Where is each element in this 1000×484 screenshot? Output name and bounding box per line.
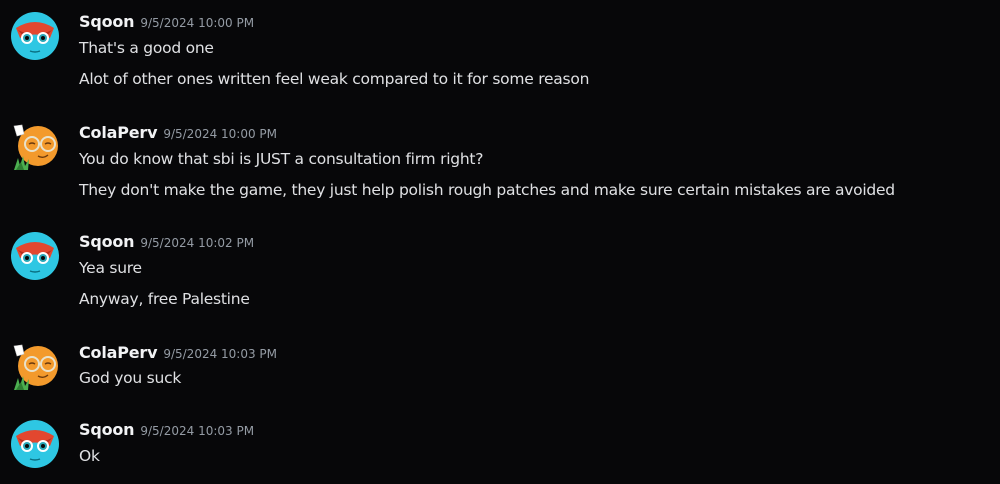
- message-text: Alot of other ones written feel weak com…: [79, 70, 590, 88]
- sqoon-avatar-icon[interactable]: [10, 419, 60, 469]
- message-header: Sqoon 9/5/2024 10:03 PM: [79, 419, 254, 441]
- timestamp: 9/5/2024 10:03 PM: [140, 424, 255, 438]
- timestamp: 9/5/2024 10:03 PM: [163, 347, 278, 361]
- message-group: Sqoon 9/5/2024 10:00 PM That's a good one…: [0, 11, 1000, 91]
- message-group: Sqoon 9/5/2024 10:02 PM Yea sure Anyway, …: [0, 231, 1000, 311]
- timestamp: 9/5/2024 10:00 PM: [140, 16, 255, 30]
- colaperv-avatar-icon[interactable]: [10, 342, 60, 392]
- username[interactable]: ColaPerv: [79, 343, 158, 362]
- message-group: ColaPerv 9/5/2024 10:03 PM God you suck: [0, 342, 1000, 392]
- message-header: Sqoon 9/5/2024 10:00 PM: [79, 11, 254, 33]
- message-text: Anyway, free Palestine: [79, 290, 250, 308]
- message-header: ColaPerv 9/5/2024 10:00 PM: [79, 122, 277, 144]
- message-header: Sqoon 9/5/2024 10:02 PM: [79, 231, 254, 253]
- username[interactable]: Sqoon: [79, 232, 135, 251]
- timestamp: 9/5/2024 10:00 PM: [163, 127, 278, 141]
- message-header: ColaPerv 9/5/2024 10:03 PM: [79, 342, 277, 364]
- message-text: Yea sure: [79, 259, 142, 277]
- message-group: Sqoon 9/5/2024 10:03 PM Ok: [0, 419, 1000, 474]
- message-text: Ok: [79, 447, 100, 465]
- timestamp: 9/5/2024 10:02 PM: [140, 236, 255, 250]
- message-text: You do know that sbi is JUST a consultat…: [79, 150, 484, 168]
- message-text: That's a good one: [79, 39, 214, 57]
- sqoon-avatar-icon[interactable]: [10, 231, 60, 281]
- username[interactable]: ColaPerv: [79, 123, 158, 142]
- username[interactable]: Sqoon: [79, 12, 135, 31]
- sqoon-avatar-icon[interactable]: [10, 11, 60, 61]
- message-text: God you suck: [79, 369, 182, 387]
- message-text: They don't make the game, they just help…: [79, 181, 895, 199]
- username[interactable]: Sqoon: [79, 420, 135, 439]
- colaperv-avatar-icon[interactable]: [10, 122, 60, 172]
- message-group: ColaPerv 9/5/2024 10:00 PM You do know th…: [0, 122, 1000, 202]
